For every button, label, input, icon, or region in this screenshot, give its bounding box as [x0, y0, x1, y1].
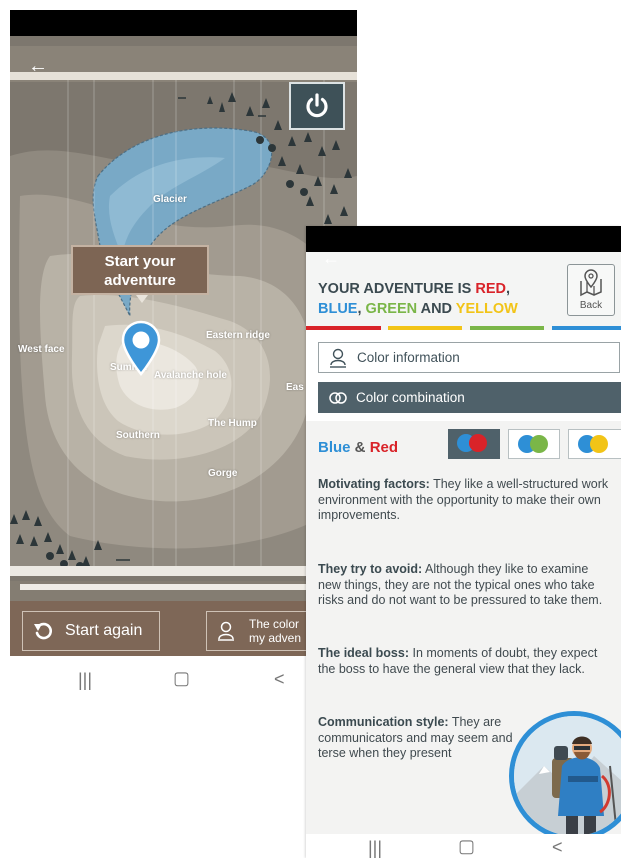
green-dot-icon [530, 435, 548, 453]
yellow-strip [388, 326, 462, 330]
result-heading: YOUR ADVENTURE IS RED, BLUE, GREEN AND YE… [318, 281, 518, 317]
color-information-label: Color information [357, 350, 460, 365]
nav-back-icon[interactable]: < [552, 837, 563, 857]
nav-back-icon[interactable]: < [274, 669, 285, 689]
map-screen: ← Glacier West face Summit Avalanche hol… [10, 10, 357, 700]
person-icon [330, 348, 346, 368]
home-icon[interactable]: ▢ [458, 836, 475, 856]
map-label-gorge: Gorge [208, 468, 238, 479]
climber-icon [514, 716, 621, 836]
home-icon[interactable]: ▢ [173, 668, 190, 688]
map-label-glacier: Glacier [153, 194, 187, 205]
map-label-west-face: West face [18, 344, 65, 355]
color-information-tab[interactable]: Color information [318, 342, 620, 373]
power-icon [306, 93, 328, 118]
status-bar [10, 10, 357, 36]
map-label-southern: Southern [116, 430, 160, 441]
power-button[interactable] [289, 82, 345, 130]
map-label-east: Eas [286, 382, 304, 393]
try-to-avoid-text: They try to avoid: Although they like to… [318, 562, 603, 608]
map-action-bar: Start again The color my adven [10, 601, 357, 656]
status-bar [306, 226, 621, 252]
overlapping-circles-icon [329, 391, 347, 404]
motivating-factors-text: Motivating factors: They like a well-str… [318, 477, 609, 523]
start-adventure-tooltip[interactable]: Start your adventure [71, 245, 209, 295]
combo-blue-red-button[interactable] [448, 429, 500, 459]
location-pin-icon[interactable] [119, 320, 163, 376]
start-again-button[interactable]: Start again [22, 611, 160, 651]
back-arrow-icon[interactable]: ← [28, 56, 48, 76]
ideal-boss-text: The ideal boss: In moments of doubt, the… [318, 646, 598, 676]
mountain-map[interactable]: ← Glacier West face Summit Avalanche hol… [10, 36, 357, 601]
android-nav-bar: ||| ▢ < [10, 656, 357, 700]
color-combination-label: Color combination [356, 390, 465, 405]
green-strip [470, 326, 544, 330]
yellow-dot-icon [590, 435, 608, 453]
communication-style-text: Communication style: They are communicat… [318, 715, 513, 761]
back-arrow-icon[interactable]: ← [322, 248, 340, 269]
red-dot-icon [469, 434, 487, 452]
back-label: Back [579, 300, 603, 311]
recent-apps-icon[interactable]: ||| [368, 838, 382, 858]
back-to-map-button[interactable]: Back [567, 264, 615, 316]
map-pin-icon [580, 269, 602, 297]
map-label-eastern-ridge: Eastern ridge [206, 330, 270, 341]
combo-blue-yellow-button[interactable] [568, 429, 621, 459]
color-adventure-label: The color my adven [249, 617, 302, 645]
map-label-the-hump: The Hump [208, 418, 257, 429]
restart-icon [34, 622, 52, 640]
result-screen: ← YOUR ADVENTURE IS RED, BLUE, GREEN AND … [306, 226, 621, 858]
blue-strip [552, 326, 621, 330]
android-nav-bar: ||| ▢ < [306, 834, 621, 858]
recent-apps-icon[interactable]: ||| [78, 670, 92, 690]
color-combination-tab[interactable]: Color combination [318, 382, 621, 413]
red-strip [306, 326, 381, 330]
combo-blue-green-button[interactable] [508, 429, 560, 459]
tooltip-pointer [136, 295, 148, 303]
combination-title: Blue & Red [318, 439, 399, 456]
start-again-label: Start again [65, 622, 143, 639]
person-icon [218, 621, 234, 641]
